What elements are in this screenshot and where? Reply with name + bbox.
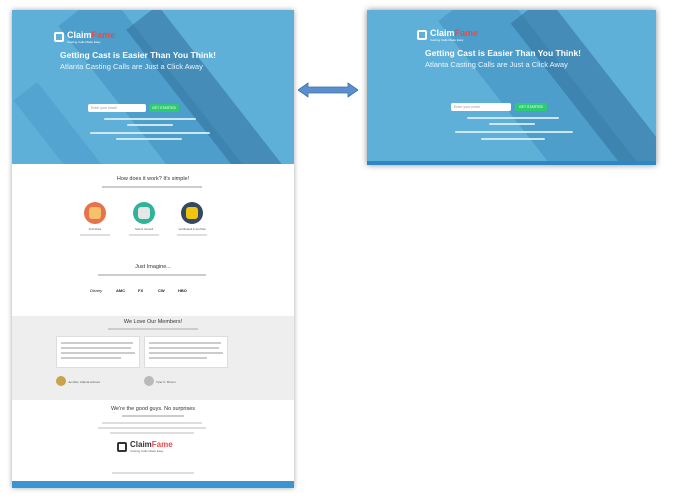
step-label: Find Roles xyxy=(88,228,102,231)
logo-tagline: Casting Calls Made Easy xyxy=(430,38,464,42)
testimonial-card xyxy=(56,336,140,368)
member-avatar xyxy=(56,376,66,386)
testimonial-text xyxy=(61,352,135,354)
hbo-logo: HBO xyxy=(178,288,187,293)
members-section: We Love Our Members! Jennifer, Atlanta A… xyxy=(12,316,294,400)
testimonial-text xyxy=(149,352,223,354)
hero-fine-print xyxy=(90,132,210,134)
hero-fine-print xyxy=(104,118,196,120)
logo-mark-icon xyxy=(117,441,127,452)
just-imagine-title: Just Imagine... xyxy=(135,264,171,270)
laptop-icon xyxy=(138,207,150,219)
claimfame-logo[interactable]: ClaimFame Casting Calls Made Easy xyxy=(54,30,115,44)
member-avatar xyxy=(144,376,154,386)
hero-subheadline: Atlanta Casting Calls are Just a Click A… xyxy=(60,62,203,71)
email-input[interactable]: Enter your email xyxy=(88,104,146,112)
hero-headline: Getting Cast is Easier Than You Think! xyxy=(60,50,217,60)
section-caption xyxy=(108,328,198,330)
double-headed-arrow-icon xyxy=(298,82,358,98)
logo-name: ClaimFame xyxy=(67,30,116,40)
step-description xyxy=(80,234,110,236)
member-name: Tyler K. Brown xyxy=(156,380,176,384)
logo-mark-icon xyxy=(417,30,427,40)
claimfame-logo[interactable]: ClaimFame Casting Calls Made Easy xyxy=(417,28,478,42)
step-description xyxy=(177,234,207,236)
testimonial-text xyxy=(149,342,221,344)
landing-page-hero-mockup: ClaimFame Casting Calls Made Easy Gettin… xyxy=(367,10,656,165)
hero-bottom-bar xyxy=(367,161,656,165)
logo-tagline: Casting Calls Made Easy xyxy=(130,449,164,453)
section-caption xyxy=(98,274,206,276)
hero-fine-print xyxy=(455,131,573,133)
submit-yourself-step xyxy=(133,202,155,224)
testimonial-text xyxy=(149,357,207,359)
logo-name: ClaimFame xyxy=(130,440,173,449)
get-started-button[interactable]: GET STARTED xyxy=(149,104,179,112)
email-input[interactable]: Enter your email xyxy=(451,103,511,111)
section-caption xyxy=(122,415,184,417)
testimonial-text xyxy=(149,347,219,349)
footer-bar xyxy=(12,481,294,488)
testimonial-text xyxy=(61,357,121,359)
hero-subheadline: Atlanta Casting Calls are Just a Click A… xyxy=(425,60,568,69)
get-started-button[interactable]: GET STARTED xyxy=(515,103,547,111)
footer-fine-print xyxy=(112,472,194,474)
members-title: We Love Our Members! xyxy=(123,319,183,325)
section-caption xyxy=(102,186,202,188)
body-text xyxy=(102,422,202,424)
body-text xyxy=(98,427,206,429)
hero-fine-print xyxy=(127,124,173,126)
hero-fine-print xyxy=(489,123,535,125)
how-it-works-title: How does it work? It's simple! xyxy=(116,176,190,182)
testimonial-card xyxy=(144,336,228,368)
get-paid-step xyxy=(181,202,203,224)
member-name: Jennifer, Atlanta Actress xyxy=(68,380,101,384)
step-label: Get Booked & Get Paid xyxy=(178,228,206,231)
money-icon xyxy=(186,207,198,219)
testimonial-text xyxy=(61,347,131,349)
cw-logo: CW xyxy=(158,288,165,293)
logo-mark-icon xyxy=(54,32,64,42)
testimonial-text xyxy=(61,342,133,344)
hero-fine-print xyxy=(116,138,182,140)
body-text xyxy=(110,432,194,434)
disney-logo: Disney xyxy=(90,288,103,293)
hero-headline: Getting Cast is Easier Than You Think! xyxy=(425,48,582,58)
logo-name: ClaimFame xyxy=(430,28,479,38)
amc-logo: AMC xyxy=(116,288,126,293)
hero-fine-print xyxy=(481,138,545,140)
good-guys-title: We're the good guys. No surprises xyxy=(110,406,196,412)
find-roles-step xyxy=(84,202,106,224)
footer-claimfame-logo[interactable]: ClaimFame Casting Calls Made Easy xyxy=(117,440,173,453)
hero-fine-print xyxy=(467,117,559,119)
hero-section: ClaimFame Casting Calls Made Easy Gettin… xyxy=(12,10,294,164)
fx-logo: FX xyxy=(138,288,144,293)
logo-tagline: Casting Calls Made Easy xyxy=(67,40,101,44)
actor-face-icon xyxy=(89,207,101,219)
step-label: Submit Yourself xyxy=(134,228,154,231)
step-description xyxy=(129,234,159,236)
landing-page-full-mockup: ClaimFame Casting Calls Made Easy Gettin… xyxy=(12,10,294,488)
